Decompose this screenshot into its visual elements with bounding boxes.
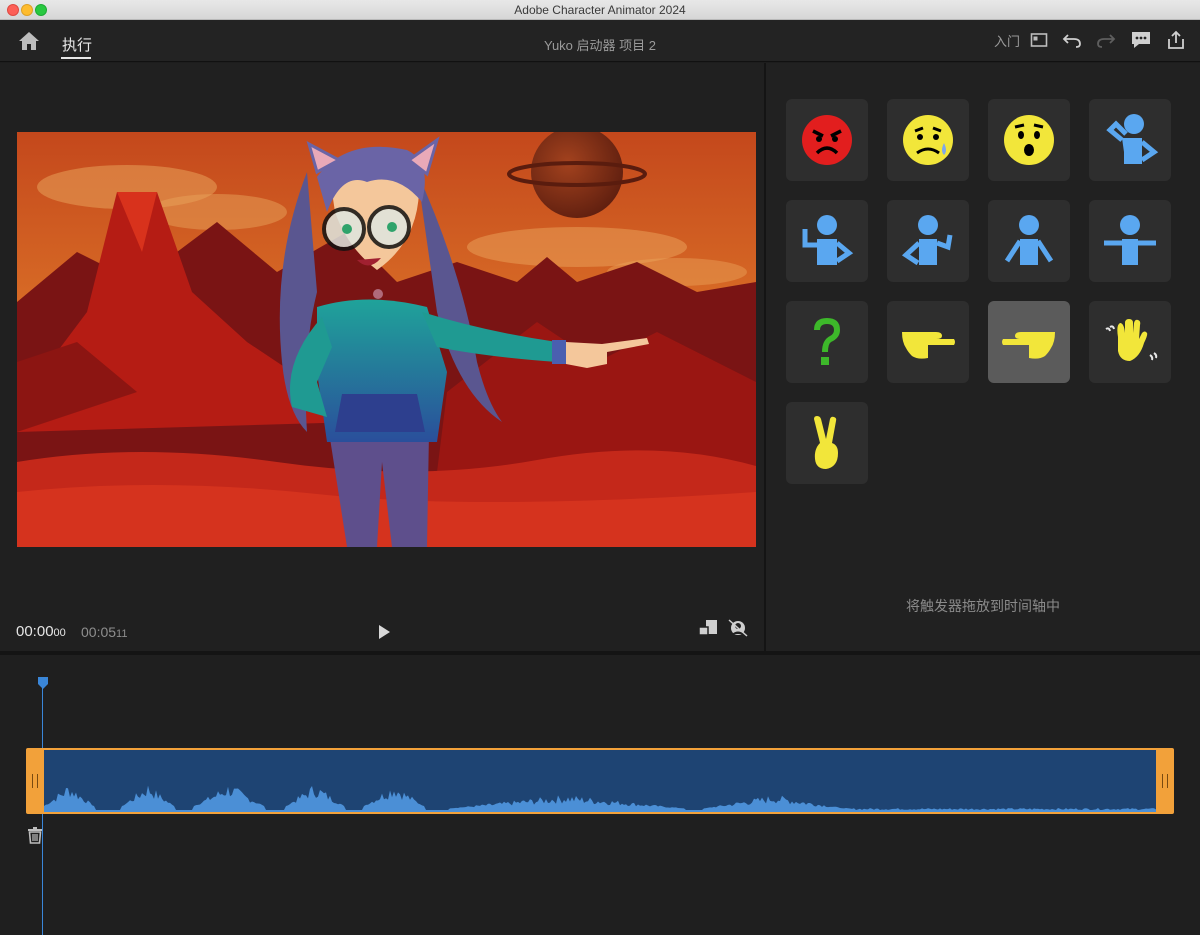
camera-input-icon[interactable] (728, 619, 748, 637)
arms-down-pose-icon (1004, 215, 1054, 265)
duration-readout: 00:0511 (81, 624, 127, 640)
trigger-t-pose[interactable] (1089, 200, 1171, 282)
playhead-handle-icon[interactable] (37, 676, 49, 690)
trash-icon[interactable] (27, 826, 43, 844)
audio-waveform (44, 750, 1156, 812)
peace-sign-hand-icon (814, 416, 838, 469)
point-left-hand-icon (1002, 332, 1055, 359)
audio-clip[interactable] (26, 748, 1174, 814)
clip-trim-left-handle[interactable] (32, 774, 38, 788)
trigger-wave[interactable] (1089, 301, 1171, 383)
current-frames: 00 (53, 627, 66, 639)
redo-icon[interactable] (1096, 31, 1116, 49)
trigger-question[interactable] (786, 301, 868, 383)
scene-artwork-image (17, 132, 756, 547)
sad-face-icon (903, 115, 953, 165)
trigger-surprised[interactable] (988, 99, 1070, 181)
duration-frames: 11 (116, 628, 128, 640)
trigger-peace[interactable] (786, 402, 868, 484)
duration-time: 00:05 (81, 624, 117, 640)
window-title: Adobe Character Animator 2024 (514, 3, 686, 17)
share-export-icon[interactable] (1166, 30, 1186, 50)
angry-face-icon (802, 115, 852, 165)
play-icon[interactable] (376, 624, 392, 640)
scene-scale-icon[interactable] (698, 619, 718, 637)
getting-started-link[interactable]: 入门 (994, 31, 1020, 50)
hand-on-hip-pose-icon (802, 215, 854, 265)
trigger-thinking[interactable] (1089, 99, 1171, 181)
question-mark-icon (814, 318, 840, 365)
trigger-hand-on-hip[interactable] (786, 200, 868, 282)
feedback-icon[interactable] (1130, 30, 1152, 50)
window-titlebar: Adobe Character Animator 2024 (0, 0, 1200, 20)
undo-icon[interactable] (1062, 31, 1082, 49)
trigger-shrug[interactable] (887, 200, 969, 282)
stage-tools (698, 619, 748, 637)
clip-trim-right-handle[interactable] (1162, 774, 1168, 788)
trigger-arms-down[interactable] (988, 200, 1070, 282)
waving-hand-icon (1105, 319, 1158, 361)
trigger-grid (786, 99, 1171, 484)
t-pose-icon (1104, 215, 1156, 265)
point-right-hand-icon (902, 332, 955, 359)
trigger-point-right[interactable] (887, 301, 969, 383)
trigger-angry[interactable] (786, 99, 868, 181)
stage-panel: 00:0000 00:0511 (0, 63, 764, 651)
trigger-sad[interactable] (887, 99, 969, 181)
shrug-pose-icon (901, 215, 953, 266)
panel-layout-icon[interactable] (1030, 31, 1048, 49)
app-header: 执行 Yuko 启动器 项目 2 入门 (0, 20, 1200, 62)
surprised-face-icon (1004, 115, 1054, 165)
timeline-panel (0, 655, 1200, 935)
current-time-readout: 00:0000 (16, 623, 66, 640)
active-tab-indicator (61, 57, 91, 59)
trigger-drop-hint: 将触发器拖放到时间轴中 (906, 598, 1060, 614)
triggers-panel: 将触发器拖放到时间轴中 (766, 63, 1200, 651)
header-actions: 入门 (994, 30, 1186, 50)
scene-preview[interactable] (17, 132, 756, 547)
waveform-graphic (44, 785, 1156, 812)
current-time: 00:00 (16, 623, 54, 640)
thinking-pose-icon (1106, 114, 1159, 164)
trigger-point-left[interactable] (988, 301, 1070, 383)
